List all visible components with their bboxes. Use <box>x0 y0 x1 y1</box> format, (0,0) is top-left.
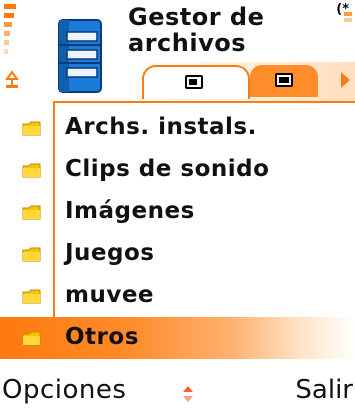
list-item-selected[interactable]: Otros <box>0 317 355 359</box>
list-item[interactable]: Archs. instals. <box>0 107 355 149</box>
folder-icon <box>22 205 41 220</box>
list-item[interactable]: Juegos <box>0 233 355 275</box>
tab-phone-memory[interactable] <box>142 65 250 99</box>
memory-card-icon <box>275 73 293 87</box>
folder-icon <box>22 289 41 304</box>
list-item-label: Clips de sonido <box>65 156 270 182</box>
list-item-label: Archs. instals. <box>65 114 257 140</box>
list-item-label: Juegos <box>65 240 155 266</box>
folder-icon <box>22 331 41 346</box>
folder-icon <box>22 163 41 178</box>
list-item[interactable]: Clips de sonido <box>0 149 355 191</box>
list-item[interactable]: muvee <box>0 275 355 317</box>
tab-memory-card[interactable] <box>250 65 318 97</box>
softkey-bar: Opciones Salir <box>0 371 355 417</box>
tab-bar <box>0 62 355 102</box>
folder-icon <box>22 247 41 262</box>
list-item[interactable]: Imágenes <box>0 191 355 233</box>
options-softkey[interactable]: Opciones <box>2 375 126 405</box>
exit-softkey[interactable]: Salir <box>295 375 353 405</box>
list-item-label: muvee <box>65 282 155 308</box>
scroll-right-arrow-icon[interactable] <box>341 72 350 88</box>
list-item-label: Otros <box>65 324 139 350</box>
scroll-arrows-icon <box>183 386 193 402</box>
tab-divider <box>53 101 355 103</box>
page-title: Gestor de archivos <box>128 3 265 57</box>
folder-icon <box>22 121 41 136</box>
list-item-label: Imágenes <box>65 198 195 224</box>
phone-memory-icon <box>185 75 203 89</box>
